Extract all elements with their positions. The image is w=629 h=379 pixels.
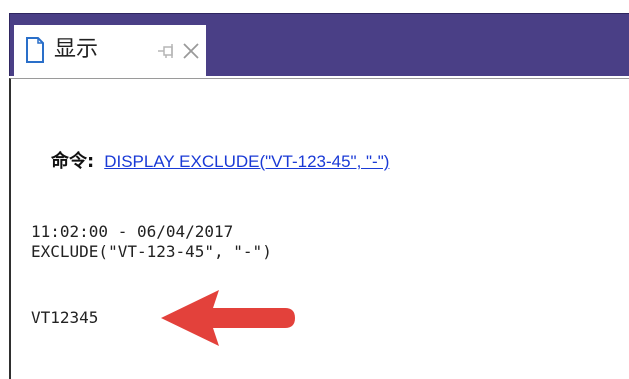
display-window: 显示 命令: DISPLAY EXCLUDE("VT-123-45", "-")… xyxy=(0,0,629,379)
document-icon xyxy=(26,37,44,63)
output-expression: EXCLUDE("VT-123-45", "-") xyxy=(31,242,272,261)
command-label: 命令: xyxy=(51,151,95,172)
display-content-pane: 命令: DISPLAY EXCLUDE("VT-123-45", "-") 11… xyxy=(9,78,629,379)
pin-icon[interactable] xyxy=(156,41,178,61)
output-timestamp: 11:02:00 - 06/04/2017 xyxy=(31,222,234,241)
command-link[interactable]: DISPLAY EXCLUDE("VT-123-45", "-") xyxy=(104,152,389,172)
left-arrow-icon xyxy=(161,290,295,346)
command-line: 命令: DISPLAY EXCLUDE("VT-123-45", "-") xyxy=(51,147,389,173)
tab-display[interactable]: 显示 xyxy=(14,25,206,78)
output-result: VT12345 xyxy=(31,308,99,327)
tab-label: 显示 xyxy=(54,37,99,62)
tab-strip: 显示 xyxy=(0,0,629,78)
close-icon[interactable] xyxy=(181,41,201,61)
